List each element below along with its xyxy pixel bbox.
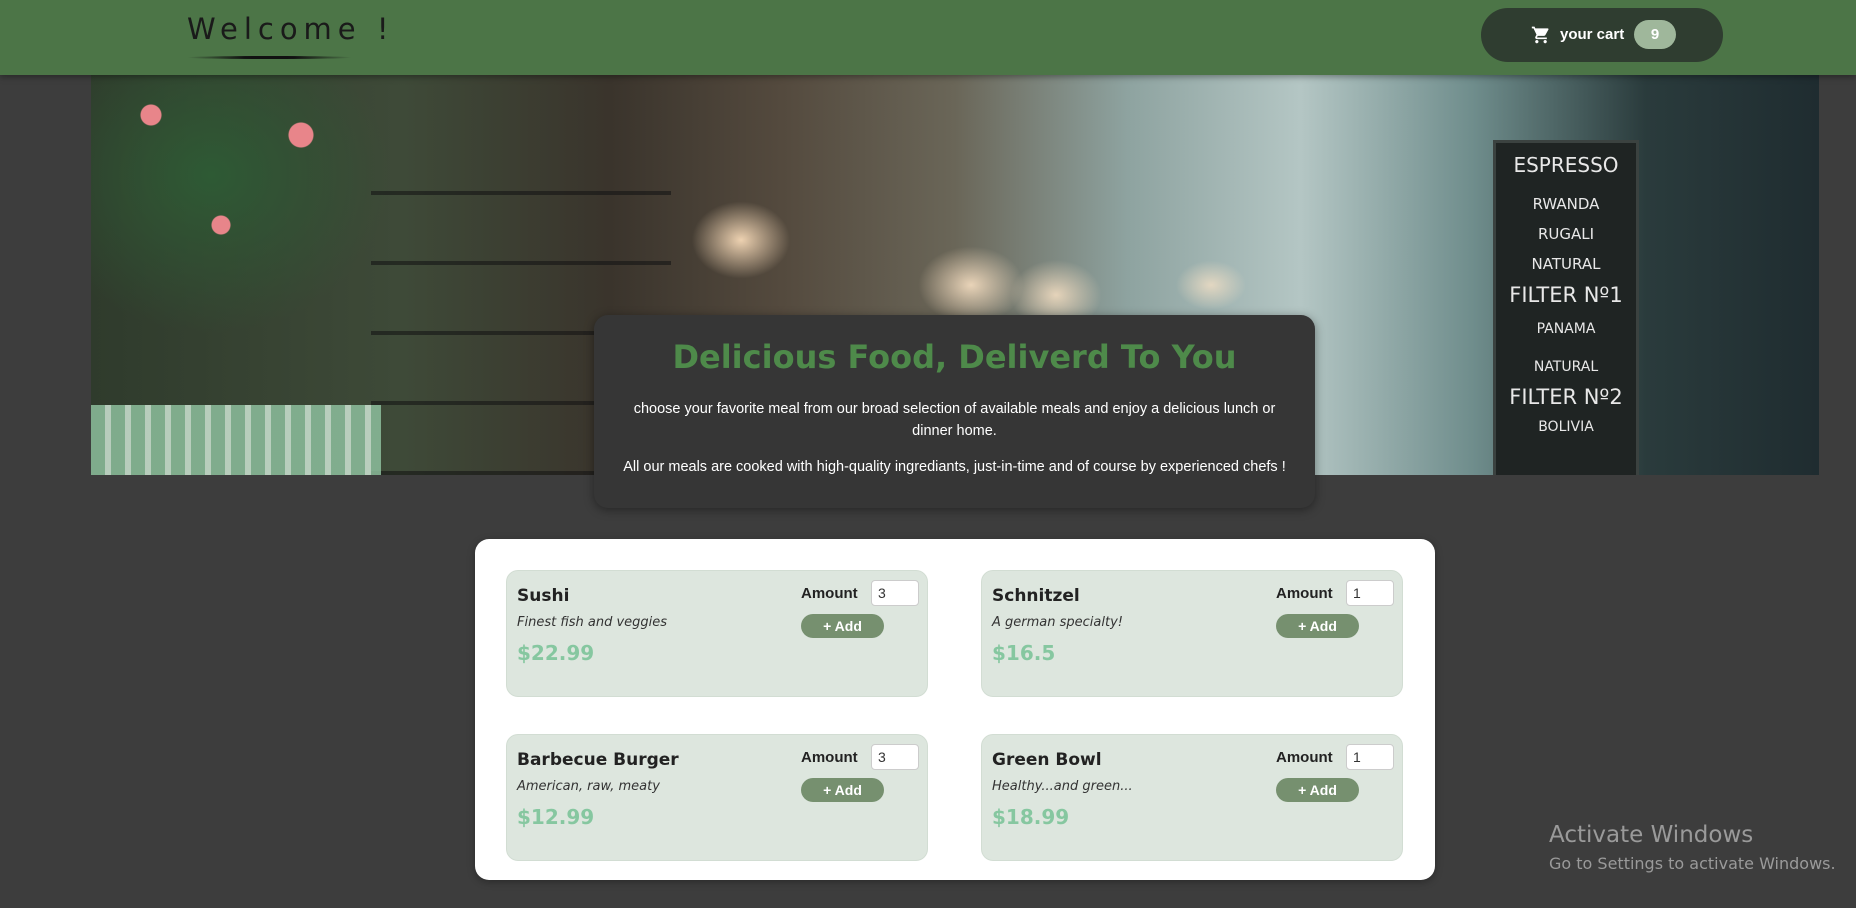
meal-price: $12.99 [517, 805, 595, 829]
amount-label: Amount [801, 749, 858, 766]
activate-windows-subtitle: Go to Settings to activate Windows. [1549, 854, 1836, 873]
board-line: FILTER Nº1 [1509, 283, 1623, 307]
meal-item-barbecue-burger: Barbecue Burger American, raw, meaty $12… [506, 734, 928, 861]
welcome-underline [187, 56, 352, 59]
meal-description: Healthy...and green... [992, 779, 1133, 794]
amount-input[interactable] [871, 580, 919, 606]
activate-windows-title: Activate Windows [1549, 822, 1754, 848]
cart-button[interactable]: your cart 9 [1481, 8, 1723, 62]
meal-description: Finest fish and veggies [517, 615, 668, 630]
meal-price: $18.99 [992, 805, 1070, 829]
activate-windows-watermark: Activate Windows Go to Settings to activ… [1549, 822, 1836, 873]
meal-name: Sushi [517, 586, 570, 606]
hero-title: Delicious Food, Deliverd To You [672, 338, 1237, 376]
board-line: PANAMA [1536, 321, 1596, 337]
amount-label: Amount [1276, 585, 1333, 602]
amount-input[interactable] [1346, 580, 1394, 606]
welcome-title: Welcome ! [187, 12, 395, 46]
meal-item-green-bowl: Green Bowl Healthy...and green... $18.99… [981, 734, 1403, 861]
add-button[interactable]: + Add [1276, 614, 1359, 638]
meal-name: Barbecue Burger [517, 750, 679, 770]
amount-input[interactable] [1346, 744, 1394, 770]
meal-name: Schnitzel [992, 586, 1080, 606]
hero-summary-card: Delicious Food, Deliverd To You choose y… [594, 315, 1315, 508]
board-line: FILTER Nº2 [1509, 385, 1623, 409]
hero-menu-board: ESPRESSO RWANDA RUGALI NATURAL FILTER Nº… [1493, 140, 1639, 475]
board-line: BOLIVIA [1538, 419, 1594, 435]
amount-input[interactable] [871, 744, 919, 770]
board-line: NATURAL [1533, 359, 1599, 375]
header: Welcome ! your cart 9 [0, 0, 1856, 75]
hero-description: choose your favorite meal from our broad… [633, 401, 1276, 439]
amount-label: Amount [1276, 749, 1333, 766]
cart-icon [1531, 26, 1549, 44]
meal-description: A german specialty! [992, 615, 1123, 630]
add-button[interactable]: + Add [1276, 778, 1359, 802]
add-button[interactable]: + Add [801, 778, 884, 802]
cart-label: your cart [1560, 26, 1625, 43]
meal-name: Green Bowl [992, 750, 1102, 770]
amount-label: Amount [801, 585, 858, 602]
cart-count-badge: 9 [1634, 20, 1676, 49]
meal-description: American, raw, meaty [517, 779, 660, 794]
board-line: RUGALI [1537, 225, 1595, 243]
hero-bottles [91, 405, 381, 475]
add-button[interactable]: + Add [801, 614, 884, 638]
board-line: RWANDA [1532, 195, 1600, 213]
meal-item-schnitzel: Schnitzel A german specialty! $16.5 Amou… [981, 570, 1403, 697]
meal-price: $16.5 [992, 641, 1056, 665]
meals-list: Sushi Finest fish and veggies $22.99 Amo… [475, 539, 1435, 880]
hero-plants [91, 75, 391, 335]
meal-price: $22.99 [517, 641, 595, 665]
board-line: NATURAL [1531, 255, 1601, 273]
hero-quality-note: All our meals are cooked with high-quali… [623, 459, 1286, 475]
board-line: ESPRESSO [1513, 153, 1619, 177]
meal-item-sushi: Sushi Finest fish and veggies $22.99 Amo… [506, 570, 928, 697]
